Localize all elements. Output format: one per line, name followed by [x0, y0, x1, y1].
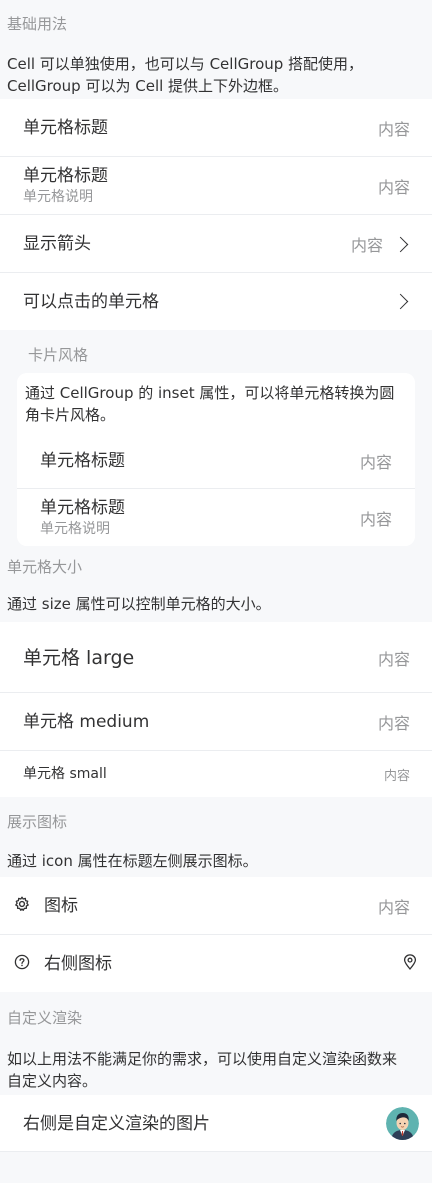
cell-with-right-icon[interactable]: 右侧图标	[0, 935, 432, 992]
cell-title: 可以点击的单元格	[23, 291, 159, 312]
section-title: 基础用法	[7, 15, 68, 33]
cell-value: 内容	[359, 509, 392, 529]
cell-value: 内容	[383, 768, 410, 784]
inset-card: 通过 CellGroup 的 inset 属性，可以将单元格转换为圆 角卡片风格…	[17, 373, 415, 546]
cell-large[interactable]: 单元格 large 内容	[0, 622, 432, 693]
card-cell-with-label[interactable]: 单元格标题 单元格说明 内容	[17, 489, 415, 546]
cell-title: 显示箭头	[23, 234, 91, 254]
section-title: 单元格大小	[7, 558, 83, 576]
cell-title: 右侧图标	[44, 953, 112, 974]
cell-label: 单元格说明	[23, 189, 93, 205]
cell-with-label[interactable]: 单元格标题 单元格说明 内容	[0, 157, 432, 215]
cell-label: 单元格说明	[40, 520, 110, 537]
cell-group: 单元格 large 内容 单元格 medium 内容 单元格 small 内容	[0, 622, 432, 797]
cell-value: 内容	[377, 178, 410, 197]
section-size: 单元格大小 通过 size 属性可以控制单元格的大小。 单元格 large 内容…	[0, 546, 432, 797]
section-card: 卡片风格 通过 CellGroup 的 inset 属性，可以将单元格转换为圆 …	[0, 330, 432, 546]
question-circle-icon	[14, 954, 30, 974]
cell-value: 内容	[377, 649, 410, 669]
cell-with-icon[interactable]: 图标 内容	[0, 877, 432, 935]
cell-title: 单元格标题	[23, 118, 108, 138]
cell-title: 单元格 medium	[23, 712, 150, 732]
cell-title: 单元格标题	[23, 166, 108, 186]
cell-value: 内容	[359, 452, 392, 472]
card-cell[interactable]: 单元格标题 内容	[17, 432, 415, 489]
chevron-right-icon	[392, 236, 409, 252]
section-title: 卡片风格	[28, 346, 89, 364]
section-title: 展示图标	[7, 813, 68, 831]
cell-title: 右侧是自定义渲染的图片	[23, 1113, 210, 1134]
chevron-right-icon	[392, 293, 409, 310]
cell-value: 内容	[377, 120, 410, 139]
cell-title: 单元格 large	[23, 646, 135, 669]
cell-custom-render[interactable]: 右侧是自定义渲染的图片	[0, 1095, 432, 1152]
cell-value: 内容	[377, 714, 410, 733]
cell-medium[interactable]: 单元格 medium 内容	[0, 693, 432, 751]
cell-group: 图标 内容 右侧图标	[0, 877, 432, 992]
section-description: 通过 size 属性可以控制单元格的大小。	[7, 595, 271, 613]
section-title: 自定义渲染	[7, 1009, 83, 1027]
gear-icon	[14, 896, 30, 916]
location-pin-icon	[403, 953, 417, 974]
section-description: 通过 icon 属性在标题左侧展示图标。	[7, 852, 258, 870]
section-basic: 基础用法 Cell 可以单独使用，也可以与 CellGroup 搭配使用， Ce…	[0, 0, 432, 330]
section-description: 如以上用法不能满足你的需求，可以使用自定义渲染函数来 自定义内容。	[7, 1050, 398, 1090]
cell-basic[interactable]: 单元格标题 内容	[0, 99, 432, 157]
cell-title: 单元格标题	[40, 450, 125, 471]
section-custom: 自定义渲染 如以上用法不能满足你的需求，可以使用自定义渲染函数来 自定义内容。 …	[0, 992, 432, 1152]
cell-title: 图标	[44, 896, 78, 916]
cell-title: 单元格 small	[23, 766, 107, 782]
section-icon: 展示图标 通过 icon 属性在标题左侧展示图标。 图标 内容 右侧图标	[0, 797, 432, 992]
avatar	[386, 1107, 419, 1140]
cell-group: 右侧是自定义渲染的图片	[0, 1095, 432, 1152]
cell-title: 单元格标题	[40, 497, 125, 518]
section-description: 通过 CellGroup 的 inset 属性，可以将单元格转换为圆 角卡片风格…	[17, 373, 415, 432]
cell-value: 内容	[377, 898, 410, 917]
cell-group: 单元格标题 内容 单元格标题 单元格说明 内容 显示箭头 内容 可以点击的单元格	[0, 99, 432, 330]
cell-small[interactable]: 单元格 small 内容	[0, 751, 432, 797]
cell-with-arrow[interactable]: 显示箭头 内容	[0, 215, 432, 273]
section-description: Cell 可以单独使用，也可以与 CellGroup 搭配使用， CellGro…	[7, 55, 364, 95]
cell-clickable[interactable]: 可以点击的单元格	[0, 273, 432, 330]
cell-value: 内容	[350, 236, 383, 255]
